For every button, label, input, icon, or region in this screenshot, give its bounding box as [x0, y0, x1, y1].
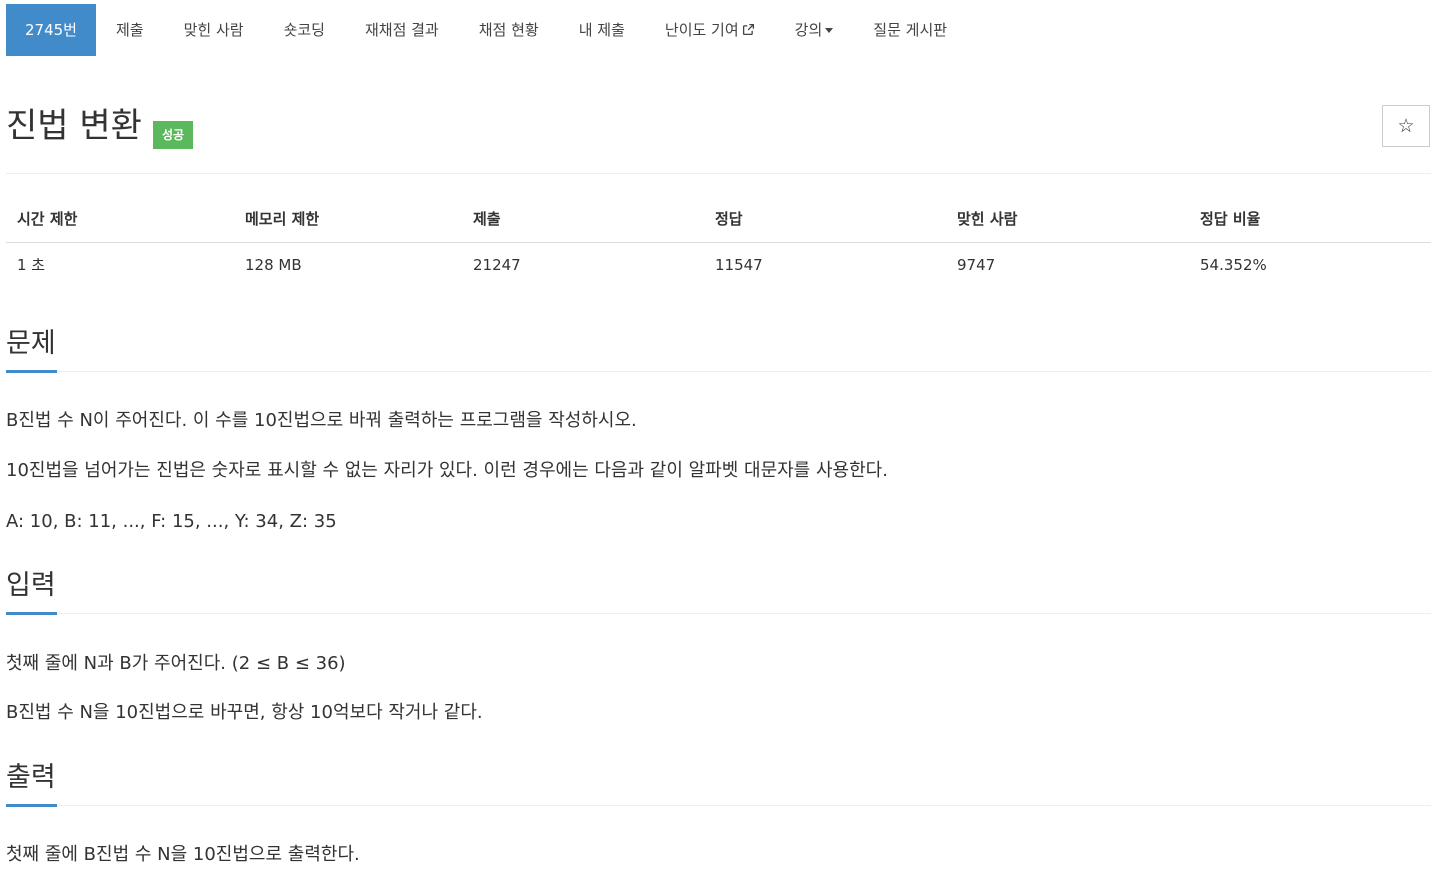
header-memory-limit: 메모리 제한: [245, 210, 320, 228]
header-accept-ratio: 정답 비율: [1200, 210, 1261, 228]
caret-down-icon: [825, 28, 834, 33]
tab-my-submissions[interactable]: 내 제출: [559, 4, 645, 56]
value-accepted: 11547: [715, 256, 763, 274]
problem-paragraph: A: 10, B: 11, ..., F: 15, ..., Y: 34, Z:…: [6, 511, 337, 532]
tab-rejudge-results[interactable]: 재채점 결과: [345, 4, 459, 56]
tab-difficulty-label: 난이도 기여: [664, 21, 739, 39]
star-outline-icon: ☆: [1397, 115, 1415, 137]
section-heading-problem: 문제: [6, 328, 56, 359]
value-solved-users: 9747: [957, 256, 996, 274]
section-heading-output: 출력: [6, 762, 56, 793]
tab-status[interactable]: 채점 현황: [459, 4, 559, 56]
output-paragraph: 첫째 줄에 B진법 수 N을 10진법으로 출력한다.: [6, 844, 360, 865]
tab-question-board[interactable]: 질문 게시판: [853, 4, 967, 56]
tab-lectures[interactable]: 강의: [775, 4, 854, 56]
status-badge: 성공: [153, 121, 194, 149]
tab-lectures-label: 강의: [794, 21, 823, 39]
header-solved-users: 맞힌 사람: [957, 210, 1018, 228]
problem-info-table: 시간 제한 메모리 제한 제출 정답 맞힌 사람 정답 비율 1 초 128 M…: [6, 197, 1431, 287]
value-submissions: 21247: [473, 256, 521, 274]
tab-difficulty-contribution[interactable]: 난이도 기여: [645, 4, 775, 56]
section-heading-input: 입력: [6, 570, 56, 601]
problem-page: 2745번 제출 맞힌 사람 숏코딩 재채점 결과 채점 현황 내 제출 난이도…: [0, 0, 1440, 879]
input-paragraph: B진법 수 N을 10진법으로 바꾸면, 항상 10억보다 작거나 같다.: [6, 702, 483, 723]
section-underline: [6, 804, 57, 807]
header-accepted: 정답: [715, 210, 743, 228]
title-divider: [6, 173, 1431, 174]
tab-solved-users[interactable]: 맞힌 사람: [164, 4, 264, 56]
problem-title: 진법 변환: [6, 106, 142, 146]
problem-paragraph: B진법 수 N이 주어진다. 이 수를 10진법으로 바꿔 출력하는 프로그램을…: [6, 410, 637, 431]
problem-paragraph: 10진법을 넘어가는 진법은 숫자로 표시할 수 없는 자리가 있다. 이런 경…: [6, 460, 888, 481]
input-paragraph: 첫째 줄에 N과 B가 주어진다. (2 ≤ B ≤ 36): [6, 653, 346, 674]
external-link-icon: [742, 23, 754, 36]
value-accept-ratio: 54.352%: [1200, 256, 1267, 274]
header-submissions: 제출: [473, 210, 501, 228]
section-divider: [6, 613, 1431, 614]
table-row: 1 초 128 MB 21247 11547 9747 54.352%: [6, 243, 1431, 287]
tab-short-coding[interactable]: 숏코딩: [264, 4, 345, 56]
section-divider: [6, 805, 1431, 806]
problem-nav-tabs: 2745번 제출 맞힌 사람 숏코딩 재채점 결과 채점 현황 내 제출 난이도…: [6, 4, 967, 56]
table-header-row: 시간 제한 메모리 제한 제출 정답 맞힌 사람 정답 비율: [6, 197, 1431, 243]
favorite-star-button[interactable]: ☆: [1382, 105, 1430, 147]
value-memory-limit: 128 MB: [245, 256, 302, 274]
header-time-limit: 시간 제한: [17, 210, 78, 228]
tab-problem[interactable]: 2745번: [6, 4, 96, 56]
section-divider: [6, 371, 1431, 372]
section-underline: [6, 370, 57, 373]
value-time-limit: 1 초: [17, 256, 46, 274]
tab-submit[interactable]: 제출: [96, 4, 164, 56]
section-underline: [6, 612, 57, 615]
